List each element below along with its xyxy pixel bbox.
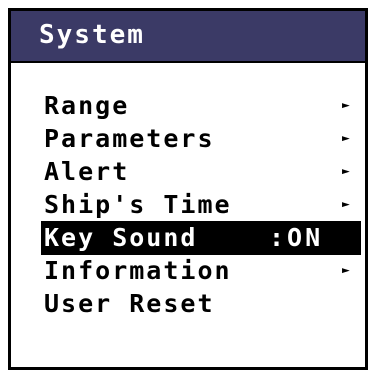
menu-item-label: Alert <box>44 157 130 186</box>
menu-item-information[interactable]: Information ► <box>41 254 361 288</box>
submenu-arrow-icon: ► <box>342 164 350 179</box>
menu-item-alert[interactable]: Alert ► <box>41 155 361 189</box>
key-sound-value: :ON <box>269 223 324 252</box>
menu-item-label: Range <box>44 91 130 120</box>
menu-item-label: Parameters <box>44 124 215 153</box>
menu-item-label: User Reset <box>44 289 215 318</box>
submenu-arrow-icon: ► <box>342 98 350 113</box>
menu-item-label: Information <box>44 256 232 285</box>
menu-title: System <box>39 20 145 50</box>
system-menu: System Range ► Parameters ► Alert ► Ship… <box>8 8 368 370</box>
menu-item-label: Ship's Time <box>44 190 232 219</box>
menu-item-user-reset[interactable]: User Reset <box>41 287 361 321</box>
menu-item-label: Key Sound <box>44 223 198 252</box>
submenu-arrow-icon: ► <box>342 263 350 278</box>
menu-item-key-sound[interactable]: Key Sound :ON <box>41 221 361 255</box>
menu-item-ships-time[interactable]: Ship's Time ► <box>41 188 361 222</box>
submenu-arrow-icon: ► <box>342 131 350 146</box>
submenu-arrow-icon: ► <box>342 197 350 212</box>
menu-header: System <box>11 11 365 63</box>
menu-item-parameters[interactable]: Parameters ► <box>41 122 361 156</box>
menu-item-range[interactable]: Range ► <box>41 89 361 123</box>
